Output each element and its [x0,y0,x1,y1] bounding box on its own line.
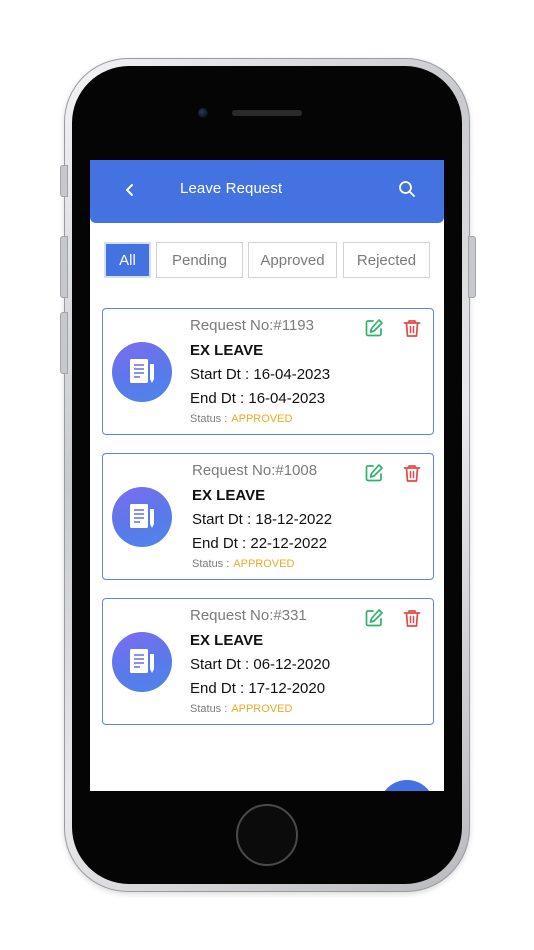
trash-icon [403,610,421,627]
status-label: Status : [190,703,228,715]
trash-icon [403,465,421,482]
start-date: Start Dt : 16-04-2023 [190,366,331,383]
end-date: End Dt : 16-04-2023 [190,390,326,407]
edit-icon [365,319,383,337]
leave-request-card[interactable]: Request No:#1193 EX LEAVE Start Dt : 16-… [102,308,434,435]
app-screen: Leave Request All Pending Approved Rejec… [90,160,444,791]
front-camera [198,108,208,118]
edit-icon [365,464,383,482]
volume-down-button [60,312,68,374]
back-button[interactable] [118,178,142,202]
document-pen-icon [112,632,172,692]
tab-all[interactable]: All [104,242,151,278]
page-title: Leave Request [180,180,283,197]
edit-button[interactable] [363,607,385,629]
start-date: Start Dt : 06-12-2020 [190,656,331,673]
search-icon [399,181,415,197]
leave-request-card[interactable]: Request No:#1008 EX LEAVE Start Dt : 18-… [102,453,434,580]
status-label: Status : [190,413,228,425]
earpiece-speaker [232,110,302,116]
tab-rejected[interactable]: Rejected [343,242,430,278]
home-button[interactable] [236,804,298,866]
status-row: Status : APPROVED [190,413,292,425]
leave-type: EX LEAVE [192,487,266,504]
status-badge: APPROVED [233,558,295,570]
end-date: End Dt : 22-12-2022 [192,535,328,552]
trash-icon [403,320,421,337]
document-pen-icon [112,487,172,547]
search-button[interactable] [395,177,419,201]
delete-button[interactable] [401,462,423,484]
start-date: Start Dt : 18-12-2022 [192,511,333,528]
edit-icon [365,609,383,627]
edit-button[interactable] [363,317,385,339]
request-number: Request No:#1193 [190,317,314,334]
power-button [468,236,476,298]
tab-approved[interactable]: Approved [248,242,337,278]
silent-switch [60,165,68,197]
volume-up-button [60,236,68,298]
request-number: Request No:#1008 [192,462,318,479]
leave-type: EX LEAVE [190,632,264,649]
status-row: Status : APPROVED [190,703,292,715]
status-label: Status : [192,558,230,570]
status-row: Status : APPROVED [192,558,294,570]
chevron-left-icon [126,184,133,196]
status-badge: APPROVED [231,413,293,425]
end-date: End Dt : 17-12-2020 [190,680,326,697]
status-badge: APPROVED [231,703,293,715]
request-number: Request No:#331 [190,607,307,624]
leave-type: EX LEAVE [190,342,264,359]
leave-request-card[interactable]: Request No:#331 EX LEAVE Start Dt : 06-1… [102,598,434,725]
edit-button[interactable] [363,462,385,484]
document-pen-icon [112,342,172,402]
delete-button[interactable] [401,317,423,339]
tab-pending[interactable]: Pending [156,242,243,278]
app-header: Leave Request [90,160,444,223]
delete-button[interactable] [401,607,423,629]
add-request-button[interactable] [379,780,435,791]
